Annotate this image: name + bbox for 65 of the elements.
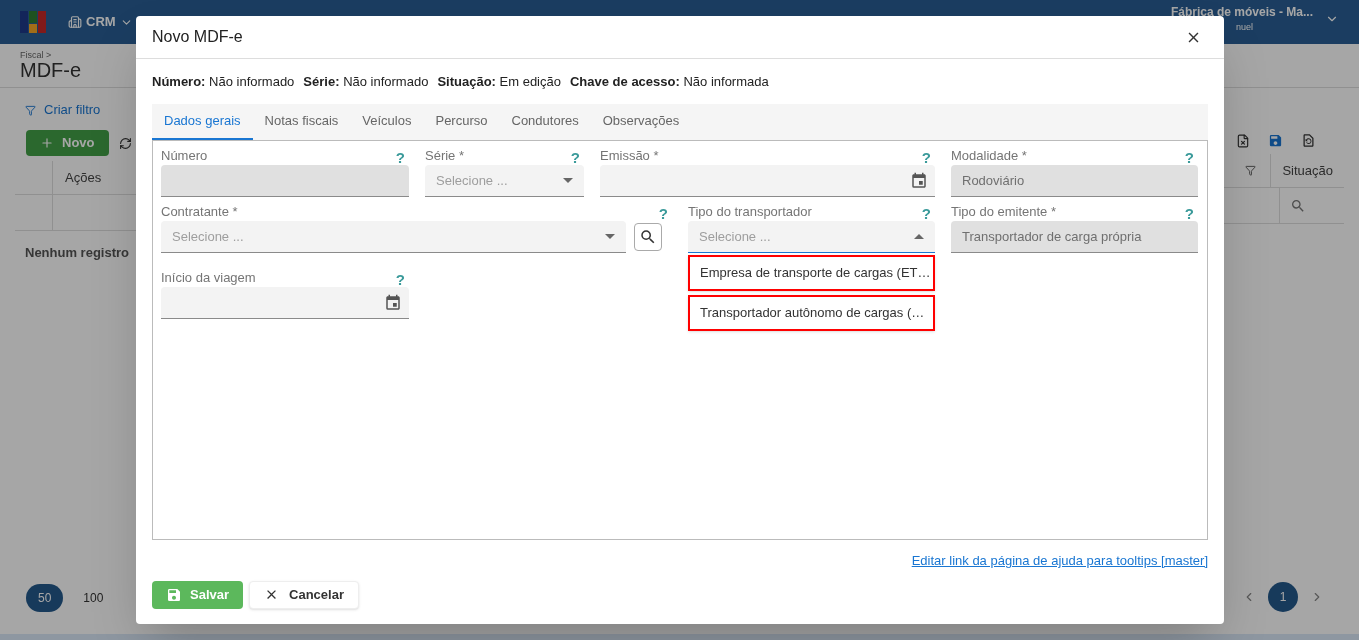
- new-button[interactable]: Novo: [26, 130, 109, 156]
- help-icon[interactable]: ?: [570, 150, 580, 165]
- caret-icon: [563, 178, 573, 183]
- select-field[interactable]: Selecione ...: [688, 221, 935, 253]
- page-number[interactable]: 1: [1268, 582, 1298, 612]
- select-field[interactable]: Selecione ...: [425, 165, 584, 197]
- help-icon[interactable]: ?: [658, 206, 668, 221]
- caret-icon: [605, 234, 615, 239]
- logo-icon: [20, 11, 46, 33]
- search-icon: [639, 228, 657, 246]
- calendar-icon[interactable]: [910, 171, 928, 190]
- field-label: Série *: [425, 146, 465, 165]
- save-icon: [166, 586, 182, 603]
- document-icon[interactable]: [1301, 133, 1316, 148]
- document-icon[interactable]: [1236, 133, 1250, 148]
- plus-icon: [40, 136, 54, 150]
- summary-item: Situação: Em edição: [437, 72, 561, 91]
- page-title: MDF-e: [20, 60, 82, 80]
- module-menu[interactable]: CRM: [68, 12, 133, 32]
- column-header: Ações: [65, 168, 102, 187]
- field-label: Tipo do emitente *: [951, 202, 1057, 221]
- help-icon[interactable]: ?: [921, 206, 931, 221]
- save-button[interactable]: Salvar: [152, 580, 244, 609]
- dropdown-option[interactable]: Empresa de transporte de cargas (ET…: [688, 255, 935, 291]
- column-header: Situação: [1270, 154, 1344, 187]
- tab[interactable]: Dados gerais: [152, 104, 253, 140]
- dialog-title: Novo MDF-e: [152, 27, 243, 47]
- building-icon: [68, 15, 82, 29]
- tab[interactable]: Percurso: [423, 104, 500, 140]
- field-label: Contratante *: [161, 202, 238, 221]
- company-name: Fábrica de móveis - Ma...: [1170, 4, 1313, 22]
- refresh-icon[interactable]: [118, 136, 132, 150]
- user-name: nuel: [1236, 21, 1253, 35]
- tab[interactable]: Observações: [590, 104, 692, 140]
- filter-icon[interactable]: [1245, 165, 1257, 176]
- field-label: Tipo do transportador: [688, 202, 812, 221]
- caret-icon: [914, 234, 924, 239]
- date-field[interactable]: [600, 165, 935, 197]
- search-button[interactable]: [634, 223, 662, 251]
- page-size-option[interactable]: 50: [26, 584, 64, 612]
- field-label: Modalidade *: [951, 146, 1027, 165]
- field-label: Número: [161, 146, 208, 165]
- dropdown-option[interactable]: Transportador autônomo de cargas (…: [688, 295, 935, 331]
- empty-message: Nenhum registro: [25, 244, 130, 262]
- page-size-option[interactable]: 100: [71, 584, 116, 612]
- field-label: Início da viagem: [161, 268, 256, 287]
- date-field[interactable]: [161, 287, 409, 319]
- help-icon[interactable]: ?: [921, 150, 931, 165]
- select-field[interactable]: Selecione ...: [161, 221, 626, 253]
- tab[interactable]: Notas fiscais: [252, 104, 351, 140]
- tab[interactable]: Condutores: [499, 104, 591, 140]
- breadcrumb[interactable]: Fiscal >: [20, 51, 82, 60]
- calendar-icon[interactable]: [384, 293, 402, 312]
- summary-item: Número: Não informado: [152, 72, 295, 91]
- tab[interactable]: Veículos: [350, 104, 424, 140]
- summary-item: Chave de acesso: Não informada: [569, 72, 769, 91]
- help-link[interactable]: Editar link da página de ajuda para tooltips [master]: [911, 551, 1208, 571]
- search-icon[interactable]: [1290, 197, 1306, 214]
- save-icon[interactable]: [1268, 133, 1283, 148]
- field-label: Emissão *: [600, 146, 659, 165]
- cancel-button[interactable]: Cancelar: [249, 580, 359, 609]
- help-icon[interactable]: ?: [395, 272, 405, 287]
- summary-item: Série: Não informado: [303, 72, 429, 91]
- filter-icon: [25, 104, 36, 116]
- create-filter-link[interactable]: Criar filtro: [25, 100, 145, 120]
